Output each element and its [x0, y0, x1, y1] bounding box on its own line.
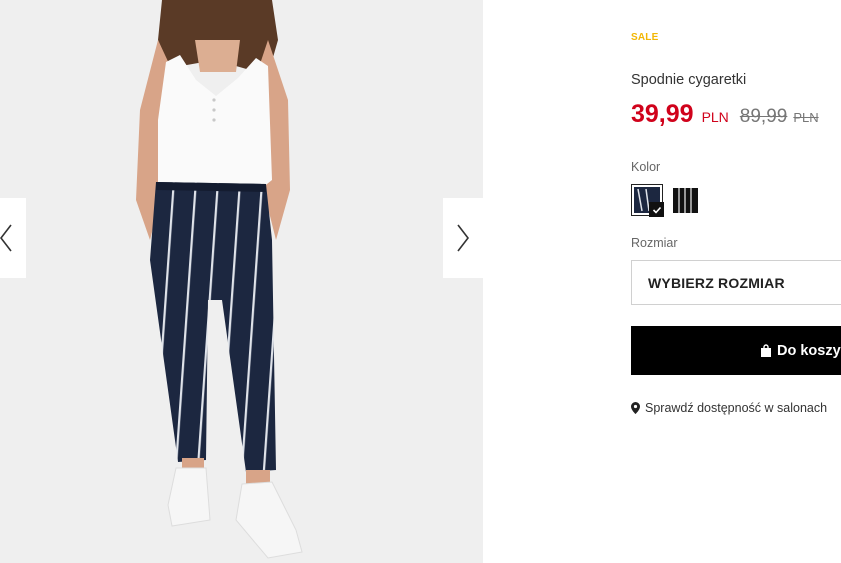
check-availability-link[interactable]: Sprawdź dostępność w salonach	[631, 401, 827, 415]
selected-check	[649, 202, 664, 217]
current-price-currency: PLN	[701, 109, 729, 125]
color-swatch-navy-stripe[interactable]	[631, 184, 664, 217]
add-to-cart-button[interactable]: Do koszyka	[631, 326, 841, 375]
swatch-image	[673, 188, 698, 213]
color-swatch-black-stripe[interactable]	[673, 188, 698, 213]
color-label: Kolor	[631, 160, 661, 174]
size-select-placeholder: WYBIERZ ROZMIAR	[648, 274, 785, 291]
add-to-cart-label: Do koszyka	[777, 342, 841, 359]
checkmark-icon	[652, 206, 661, 214]
check-availability-label: Sprawdź dostępność w salonach	[645, 401, 828, 415]
chevron-right-icon	[457, 224, 470, 252]
old-price-currency: PLN	[793, 110, 819, 125]
next-image-button[interactable]	[443, 198, 483, 278]
product-gallery	[0, 0, 483, 563]
sale-badge: SALE	[631, 32, 659, 43]
previous-image-button[interactable]	[0, 198, 26, 278]
map-marker-icon	[631, 402, 640, 414]
current-price: 39,99	[631, 100, 694, 128]
price-row: 39,99 PLN 89,99 PLN	[631, 100, 819, 129]
size-select[interactable]: WYBIERZ ROZMIAR	[631, 260, 841, 305]
size-label: Rozmiar	[631, 236, 678, 250]
shopping-bag-icon	[761, 344, 771, 357]
product-photo	[0, 0, 483, 563]
product-title: Spodnie cygaretki	[631, 72, 747, 88]
old-price: 89,99	[739, 106, 788, 127]
chevron-left-icon	[0, 224, 12, 252]
